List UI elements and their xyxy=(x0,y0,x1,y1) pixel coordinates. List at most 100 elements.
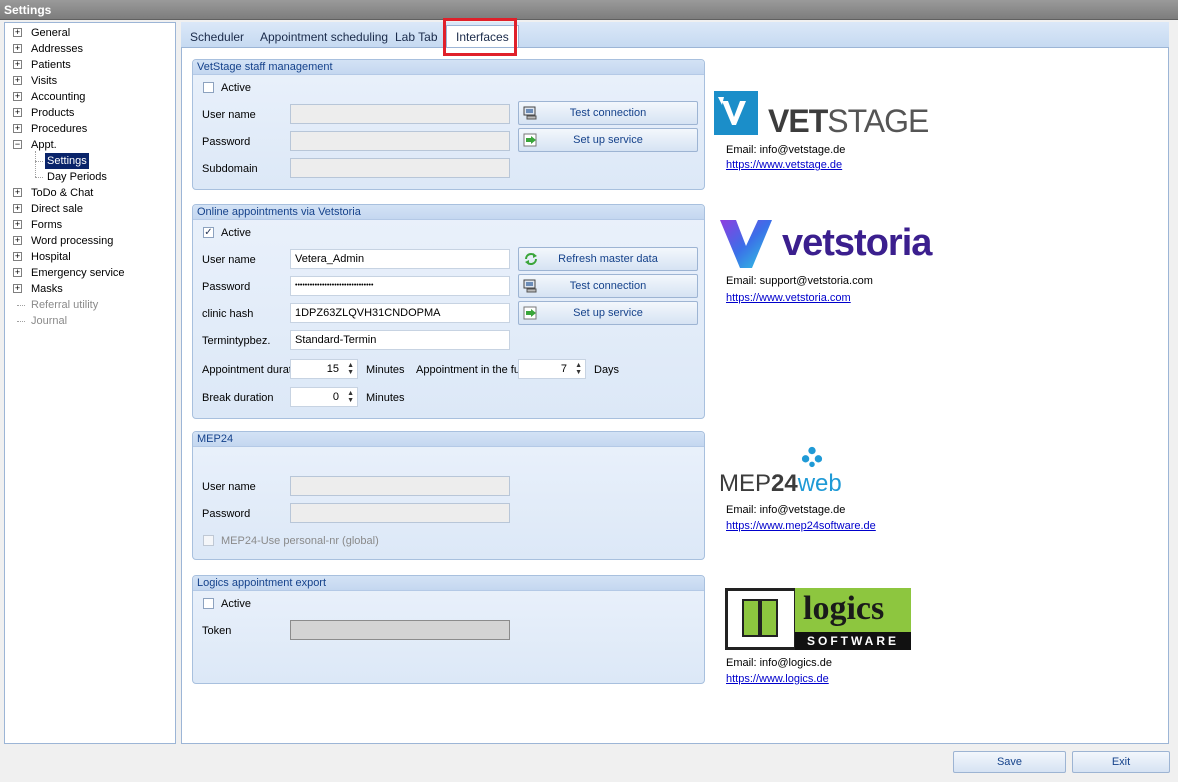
subdomain-label: Subdomain xyxy=(202,163,258,175)
tree-expander-icon[interactable]: + xyxy=(13,188,22,197)
days-label: Days xyxy=(594,364,620,376)
spin-arrows-icon[interactable]: ▲ ▼ xyxy=(574,362,582,376)
tree-item-label: Forms xyxy=(31,219,63,231)
refresh-master-data-button[interactable]: Refresh master data xyxy=(518,247,698,271)
vetstage-setup-service-button[interactable]: Set up service xyxy=(518,128,698,152)
tree-expander-icon[interactable]: + xyxy=(13,252,22,261)
tree-expander-icon[interactable]: + xyxy=(13,60,22,69)
tree-item-label: General xyxy=(31,27,71,39)
tree-expander-icon[interactable]: + xyxy=(13,92,22,101)
button-label: Refresh master data xyxy=(558,253,658,265)
computer-icon xyxy=(523,106,537,120)
username-label: User name xyxy=(202,254,256,266)
tab-appointment-scheduling[interactable]: Appointment scheduling xyxy=(251,26,397,48)
tree-item-label: Products xyxy=(31,107,75,119)
tree-expander-icon[interactable]: + xyxy=(13,28,22,37)
window-title: Settings xyxy=(0,0,1178,20)
tree-expander-icon[interactable]: + xyxy=(13,44,22,53)
vetstoria-logo-text: vetstoria xyxy=(782,222,932,264)
spin-down-icon[interactable]: ▼ xyxy=(346,397,354,404)
group-title: Online appointments via Vetstoria xyxy=(193,205,704,220)
tab-lab-tab[interactable]: Lab Tab xyxy=(386,26,447,48)
tree-item-label: ToDo & Chat xyxy=(31,187,94,199)
tree-expander-icon[interactable]: + xyxy=(13,284,22,293)
tree-connector xyxy=(17,305,25,306)
spin-up-icon[interactable]: ▲ xyxy=(574,362,582,369)
spin-down-icon[interactable]: ▼ xyxy=(346,369,354,376)
tree-item-label: Appt. xyxy=(31,139,57,151)
tree-connector xyxy=(35,161,43,162)
termintyp-field[interactable]: Standard-Termin xyxy=(290,330,510,350)
green-arrow-icon xyxy=(523,133,537,147)
vetstoria-logo: vetstoria xyxy=(716,216,966,272)
vetstage-logo: VETSTAGE xyxy=(714,85,937,141)
spin-arrows-icon[interactable]: ▲ ▼ xyxy=(346,390,354,404)
appointment-duration-spinner[interactable]: 15 ▲ ▼ xyxy=(290,359,358,379)
tree-expander-icon[interactable]: + xyxy=(13,76,22,85)
button-label: Set up service xyxy=(573,134,643,146)
vetstage-password-field[interactable] xyxy=(290,131,510,151)
tree-item-label: Visits xyxy=(31,75,58,87)
appointment-future-spinner[interactable]: 7 ▲ ▼ xyxy=(518,359,586,379)
logics-active-checkbox[interactable] xyxy=(203,598,214,609)
mep24-username-field[interactable] xyxy=(290,476,510,496)
break-duration-spinner[interactable]: 0 ▲ ▼ xyxy=(290,387,358,407)
logics-token-field[interactable] xyxy=(290,620,510,640)
vetstage-email: Email: info@vetstage.de xyxy=(726,144,846,156)
vetstoria-test-connection-button[interactable]: Test connection xyxy=(518,274,698,298)
green-arrow-icon xyxy=(523,306,537,320)
active-label: Active xyxy=(221,598,251,610)
tree-expander-icon[interactable]: + xyxy=(13,204,22,213)
tree-item-label: Journal xyxy=(31,315,68,327)
mep24-website-link[interactable]: https://www.mep24software.de xyxy=(726,519,876,533)
tree-item-label: Masks xyxy=(31,283,63,295)
spin-arrows-icon[interactable]: ▲ ▼ xyxy=(346,362,354,376)
spin-down-icon[interactable]: ▼ xyxy=(574,369,582,376)
tab-strip: Scheduler Appointment scheduling Lab Tab… xyxy=(181,22,1169,48)
mep24-email: Email: info@vetstage.de xyxy=(726,504,846,516)
tab-interfaces[interactable]: Interfaces xyxy=(446,25,519,48)
tree-expander-icon[interactable]: + xyxy=(13,124,22,133)
mep24-logo-text-c: web xyxy=(797,470,842,497)
vetstage-subdomain-field[interactable] xyxy=(290,158,510,178)
refresh-icon xyxy=(525,253,537,265)
vetstage-active-checkbox[interactable] xyxy=(203,82,214,93)
tree-expander-icon[interactable]: + xyxy=(13,268,22,277)
mep24-password-field[interactable] xyxy=(290,503,510,523)
vetstoria-password-field[interactable]: •••••••••••••••••••••••••••••••• xyxy=(290,276,510,296)
tree-connector xyxy=(17,321,25,322)
tree-item-label: Day Periods xyxy=(47,171,107,183)
settings-tree[interactable]: + General + Addresses + Patients + Visits + Accou… xyxy=(4,22,176,744)
clinic-hash-field[interactable]: 1DPZ63ZLQVH31CNDOPMA xyxy=(290,303,510,323)
vetstoria-website-link[interactable]: https://www.vetstoria.com xyxy=(726,291,851,305)
username-label: User name xyxy=(202,109,256,121)
tree-expander-icon[interactable]: − xyxy=(13,140,22,149)
tree-item-label: Hospital xyxy=(31,251,71,263)
tree-expander-icon[interactable]: + xyxy=(13,108,22,117)
mep24-logo-text-b: 24 xyxy=(771,470,798,497)
group-title: MEP24 xyxy=(193,432,704,447)
vetstoria-username-field[interactable]: Vetera_Admin xyxy=(290,249,510,269)
exit-button[interactable]: Exit xyxy=(1072,751,1170,773)
active-label: Active xyxy=(221,82,251,94)
vetstoria-setup-service-button[interactable]: Set up service xyxy=(518,301,698,325)
vetstage-test-connection-button[interactable]: Test connection xyxy=(518,101,698,125)
active-label: Active xyxy=(221,227,251,239)
vetstage-username-field[interactable] xyxy=(290,104,510,124)
tree-expander-icon[interactable]: + xyxy=(13,220,22,229)
vetstage-website-link[interactable]: https://www.vetstage.de xyxy=(726,158,842,172)
termintyp-label: Termintypbez. xyxy=(202,335,271,347)
spin-up-icon[interactable]: ▲ xyxy=(346,390,354,397)
computer-icon xyxy=(523,279,537,293)
password-label: Password xyxy=(202,281,251,293)
save-button[interactable]: Save xyxy=(953,751,1066,773)
tab-scheduler[interactable]: Scheduler xyxy=(181,26,253,48)
tree-expander-icon[interactable]: + xyxy=(13,236,22,245)
minutes-label: Minutes xyxy=(366,364,405,376)
tree-connector xyxy=(35,151,36,177)
mep24-personal-nr-checkbox[interactable] xyxy=(203,535,214,546)
logics-website-link[interactable]: https://www.logics.de xyxy=(726,672,829,686)
password-label: Password xyxy=(202,508,251,520)
spin-up-icon[interactable]: ▲ xyxy=(346,362,354,369)
vetstoria-active-checkbox[interactable]: ✓ xyxy=(203,227,214,238)
